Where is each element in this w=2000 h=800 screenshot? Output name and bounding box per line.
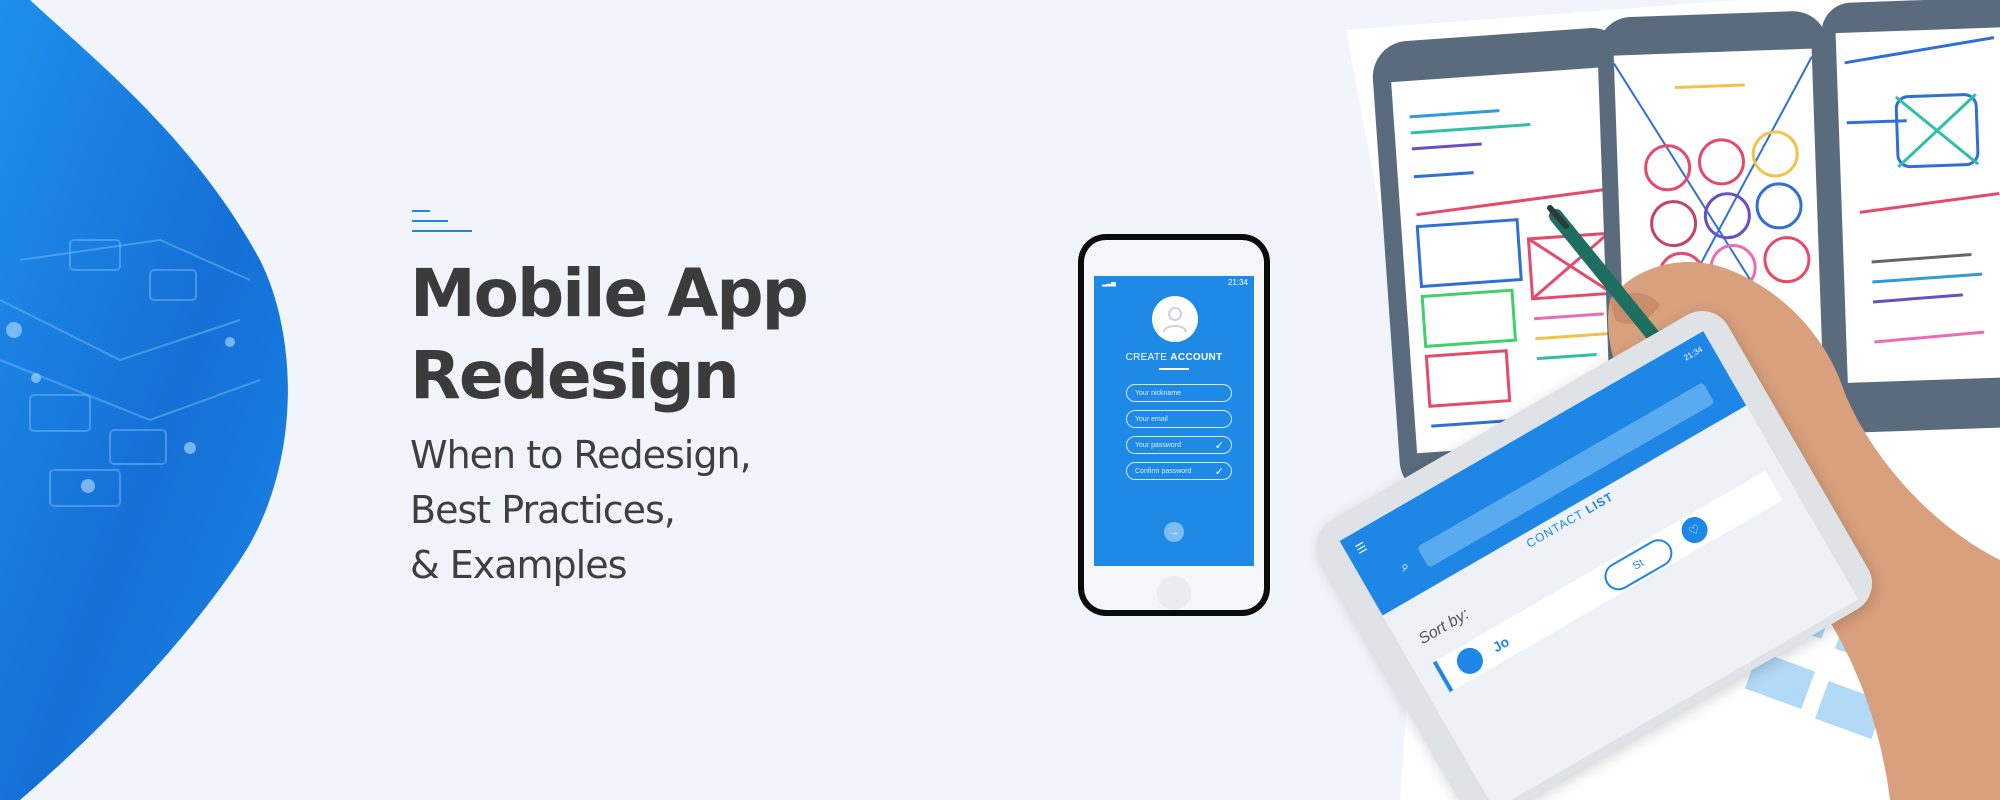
arrow-right-icon[interactable]: → — [1164, 522, 1184, 542]
password-field[interactable]: Your password ✓ — [1126, 436, 1232, 454]
email-placeholder: Your email — [1135, 416, 1168, 423]
subtitle-line: When to Redesign, — [410, 433, 752, 477]
confirm-password-field[interactable]: Confirm password ✓ — [1126, 462, 1232, 480]
signal-icon: ▂▃▅ — [1102, 281, 1116, 287]
banner: Mobile App Redesign When to Redesign, Be… — [0, 0, 2000, 800]
check-icon: ✓ — [1214, 440, 1224, 452]
nickname-field[interactable]: Your nickname — [1126, 384, 1232, 402]
subtitle-line: & Examples — [410, 543, 627, 587]
avatar — [1152, 296, 1198, 342]
status-time: 21:34 — [1227, 278, 1248, 287]
create-account-bold: ACCOUNT — [1170, 352, 1223, 363]
email-field[interactable]: Your email — [1126, 410, 1232, 428]
nickname-placeholder: Your nickname — [1135, 390, 1182, 397]
phone-screen: ▂▃▅ 21:34 CREATE ACCOUNT Your nickname Y… — [1094, 276, 1254, 566]
menu-icon[interactable]: ☰ — [1353, 539, 1369, 557]
subtitle: When to Redesign, Best Practices, & Exam… — [410, 428, 752, 593]
password-placeholder: Your password — [1135, 442, 1182, 449]
subtitle-line: Best Practices, — [410, 488, 676, 532]
search-icon[interactable]: ⌕ — [1397, 557, 1412, 576]
title-line: Mobile App — [410, 255, 809, 332]
decorative-lines — [412, 210, 472, 232]
title-underline — [1159, 368, 1189, 370]
user-icon — [1163, 307, 1187, 333]
phone-bezel: ▂▃▅ 21:34 CREATE ACCOUNT Your nickname Y… — [1084, 240, 1264, 610]
blue-tech-shape — [0, 0, 288, 800]
home-button — [1157, 576, 1191, 610]
create-account-title: CREATE ACCOUNT — [1094, 352, 1254, 363]
status-bar: ▂▃▅ 21:34 — [1094, 276, 1254, 290]
tablet-time: 21:34 — [1682, 344, 1705, 363]
page-title: Mobile App Redesign — [410, 253, 809, 417]
confirm-password-placeholder: Confirm password — [1135, 468, 1192, 475]
check-icon: ✓ — [1214, 466, 1224, 478]
title-line: Redesign — [410, 337, 740, 414]
phone-mockup: ▂▃▅ 21:34 CREATE ACCOUNT Your nickname Y… — [1078, 234, 1270, 616]
create-account-prefix: CREATE — [1125, 352, 1171, 363]
